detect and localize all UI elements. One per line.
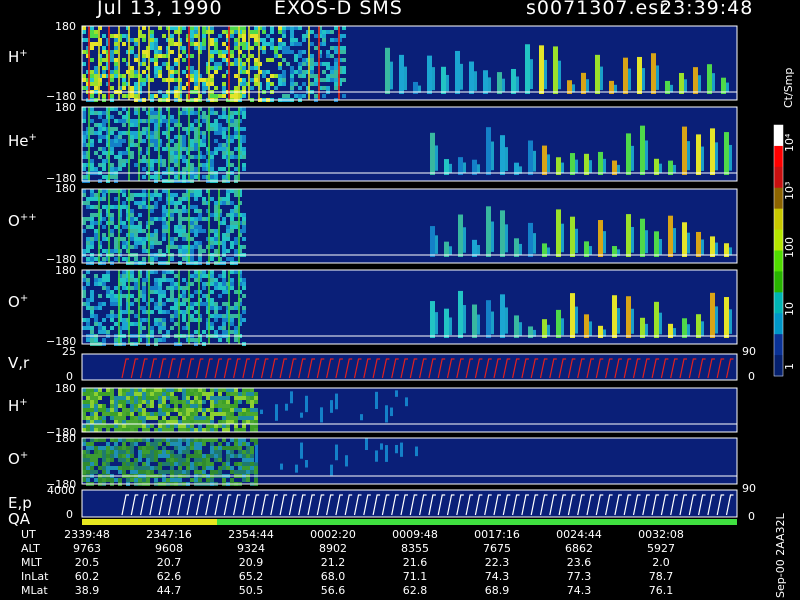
table-cell: 78.7 (648, 570, 674, 583)
row-label: InLat (21, 570, 49, 583)
table-cell: 62.6 (156, 570, 182, 583)
colorbar-unit: Ct/Smp (782, 67, 795, 108)
table-cell: 2339:48 (64, 528, 110, 541)
right-tick-p5-max: 90 (742, 345, 756, 358)
colorbar-segment-9 (774, 313, 783, 335)
table-cell: 21.6 (402, 556, 428, 569)
header-date: Jul 13, 1990 (97, 0, 223, 19)
table-cell: 65.2 (238, 570, 264, 583)
panel-label-o-plusplus: O++ (8, 212, 37, 230)
y-tick-p5-max: 25 (62, 345, 76, 358)
table-cell: 56.6 (320, 584, 346, 597)
panel-4-background (82, 270, 737, 344)
table-cell: 2.0 (652, 556, 670, 569)
table-cell: 21.2 (320, 556, 346, 569)
version-stamp: Sep-00 2AA32L (774, 513, 787, 598)
row-label: UT (21, 528, 36, 541)
table-cell: 74.3 (566, 584, 592, 597)
colorbar-segment-5 (774, 229, 783, 251)
qa-strip-yellow (82, 519, 217, 525)
table-cell: 44.7 (156, 584, 182, 597)
table-cell: 7675 (483, 542, 511, 555)
y-tick-p8-min: 0 (66, 508, 73, 521)
header-filename: s0071307.esr (526, 0, 668, 19)
y-tick-p1-max: 180 (55, 20, 76, 33)
table-cell: 20.9 (238, 556, 264, 569)
table-cell: 76.1 (648, 584, 674, 597)
colorbar-tick-100: 100 (783, 237, 796, 258)
y-tick-p4-max: 180 (55, 264, 76, 277)
row-label: ALT (21, 542, 40, 555)
table-cell: 0017:16 (474, 528, 520, 541)
panel-label-he-plus: He+ (8, 132, 37, 150)
table-cell: 20.7 (156, 556, 182, 569)
colorbar-tick-1e4: 10⁴ (783, 133, 796, 152)
colorbar-tick-1: 1 (783, 363, 796, 370)
header-mission: EXOS-D SMS (274, 0, 403, 19)
right-tick-p5-min: 0 (748, 370, 755, 383)
table-cell: 38.9 (74, 584, 100, 597)
row-label: MLT (21, 556, 42, 569)
table-cell: 2347:16 (146, 528, 192, 541)
y-tick-p8-max: 4000 (47, 484, 75, 497)
panel-label-vr: V,r (8, 354, 30, 372)
table-cell: 9324 (237, 542, 265, 555)
table-cell: 5927 (647, 542, 675, 555)
spectrogram-plot (81, 25, 784, 525)
table-cell: 9763 (73, 542, 101, 555)
table-cell: 9608 (155, 542, 183, 555)
panel-label-qa: QA (8, 510, 31, 528)
colorbar-segment-6 (774, 250, 783, 272)
table-cell: 6862 (565, 542, 593, 555)
table-cell: 8355 (401, 542, 429, 555)
panel-label-h-plus-2: H+ (8, 397, 28, 415)
table-cell: 2354:44 (228, 528, 274, 541)
qa-strip-green (217, 519, 737, 525)
table-cell: 0024:44 (556, 528, 602, 541)
y-tick-p6-max: 180 (55, 382, 76, 395)
table-cell: 68.9 (484, 584, 510, 597)
table-cell: 0032:08 (638, 528, 684, 541)
table-cell: 0002:20 (310, 528, 356, 541)
colorbar-segment-11 (774, 355, 783, 377)
colorbar-segment-3 (774, 187, 783, 210)
colorbar-segment-7 (774, 271, 783, 293)
table-cell: 23.6 (566, 556, 592, 569)
y-tick-p7-max: 180 (55, 432, 76, 445)
colorbar-segment-10 (774, 334, 783, 356)
row-label: MLat (21, 584, 48, 597)
table-cell: 60.2 (74, 570, 100, 583)
colorbar-segment-8 (774, 292, 783, 314)
panel-label-h-plus: H+ (8, 48, 28, 66)
panel-label-o-plus-2: O+ (8, 450, 29, 468)
colorbar-segment-4 (774, 208, 783, 231)
colorbar-segment-0 (774, 125, 783, 147)
colorbar-tick-1e3: 10³ (783, 181, 796, 200)
table-cell: 77.3 (566, 570, 592, 583)
colorbar-tick-10: 10 (783, 302, 796, 316)
table-cell: 71.1 (402, 570, 428, 583)
y-tick-p3-max: 180 (55, 182, 76, 195)
colorbar-segment-2 (774, 166, 783, 189)
table-cell: 62.8 (402, 584, 428, 597)
table-cell: 0009:48 (392, 528, 438, 541)
table-cell: 8902 (319, 542, 347, 555)
table-cell: 20.5 (74, 556, 100, 569)
header-time: 23:39:48 (660, 0, 754, 19)
panel-label-o-plus: O+ (8, 293, 29, 311)
right-tick-p8-max: 90 (742, 482, 756, 495)
y-tick-p2-max: 180 (55, 101, 76, 114)
table-cell: 68.0 (320, 570, 346, 583)
right-tick-p8-min: 0 (748, 510, 755, 523)
table-cell: 74.3 (484, 570, 510, 583)
colorbar-segment-1 (774, 145, 783, 168)
table-cell: 50.5 (238, 584, 264, 597)
table-cell: 22.3 (484, 556, 510, 569)
